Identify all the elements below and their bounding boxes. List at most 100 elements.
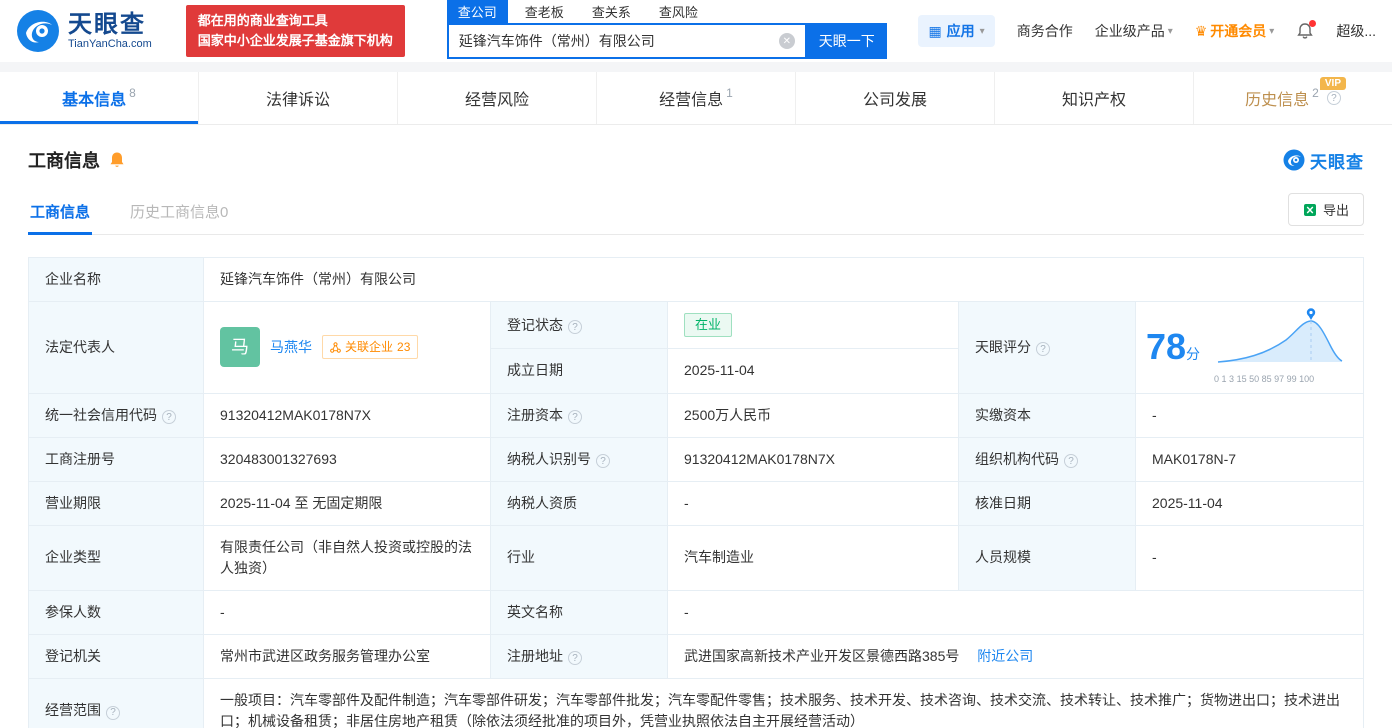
establish-date-value: 2025-11-04 [667, 348, 959, 394]
top-bar: 天眼查 TianYanCha.com 都在用的商业查询工具 国家中小企业发展子基… [0, 0, 1392, 62]
search-input[interactable] [458, 33, 779, 49]
insured-value: - [203, 589, 491, 635]
company-nav-tabs: 基本信息 8 法律诉讼 经营风险 经营信息 1 公司发展 知识产权 VIP 历史… [0, 72, 1392, 125]
tab-operation-risk[interactable]: 经营风险 [398, 72, 597, 124]
super-vip-link[interactable]: 超级... [1336, 21, 1376, 41]
credit-code-label: 统一社会信用代码? [28, 392, 204, 438]
enterprise-products-menu[interactable]: 企业级产品 ▾ [1095, 21, 1173, 41]
staff-size-label: 人员规模 [958, 524, 1136, 591]
score-label: 天眼评分? [958, 301, 1136, 394]
reg-capital-value: 2500万人民币 [667, 392, 959, 438]
scope-label: 经营范围? [28, 677, 204, 728]
export-button[interactable]: 导出 [1287, 193, 1364, 226]
notifications-bell[interactable] [1296, 20, 1317, 40]
tianyan-score-cell[interactable]: 78分 0 1 3 15 50 85 97 99 100 [1135, 301, 1364, 394]
notification-dot [1309, 20, 1317, 27]
reg-capital-label: 注册资本? [490, 392, 668, 438]
tianyancha-logo[interactable]: 天眼查 TianYanCha.com [16, 9, 152, 53]
taxpayer-no-label: 纳税人识别号? [490, 436, 668, 482]
english-name-label: 英文名称 [490, 589, 668, 635]
help-icon[interactable]: ? [596, 454, 610, 468]
score-chart: 0 1 3 15 50 85 97 99 100 [1214, 308, 1346, 387]
scope-value: 一般项目：汽车零部件及配件制造；汽车零部件研发；汽车零部件批发；汽车零配件零售；… [203, 677, 1364, 728]
promo-line2: 国家中小企业发展子基金旗下机构 [197, 33, 393, 48]
help-icon[interactable]: ? [106, 705, 120, 720]
apps-menu[interactable]: ▦ 应用 ▾ [918, 15, 995, 47]
legal-rep-avatar[interactable]: 马 [220, 327, 260, 368]
score-axis-ticks: 0 1 3 15 50 85 97 99 100 [1214, 374, 1315, 384]
table-row: 登记机关 常州市武进区政务服务管理办公室 注册地址? 武进国家高新技术产业开发区… [28, 633, 1364, 679]
paid-capital-value: - [1135, 392, 1364, 438]
taxpayer-quality-value: - [667, 480, 959, 526]
vip-badge: VIP [1319, 77, 1346, 90]
org-code-label: 组织机构代码? [958, 436, 1136, 482]
help-icon[interactable]: ? [1064, 454, 1078, 468]
search-tab-risk[interactable]: 查风险 [648, 0, 709, 23]
help-icon[interactable]: ? [568, 410, 582, 424]
subtab-row: 工商信息 历史工商信息0 导出 [28, 193, 1364, 235]
help-icon[interactable]: ? [568, 651, 582, 665]
approve-date-value: 2025-11-04 [1135, 480, 1364, 526]
company-type-value: 有限责任公司（非自然人投资或控股的法人独资） [203, 524, 491, 591]
watermark-logo: 天眼查 [1283, 148, 1364, 173]
help-icon[interactable]: ? [162, 410, 176, 424]
tab-count: 2 [1312, 86, 1319, 100]
open-vip-menu[interactable]: ♛ 开通会员 ▾ [1195, 21, 1275, 41]
address-cell: 武进国家高新技术产业开发区景德西路385号 附近公司 [667, 633, 1364, 679]
tab-company-development[interactable]: 公司发展 [796, 72, 995, 124]
excel-export-icon [1303, 203, 1316, 216]
staff-size-value: - [1135, 524, 1364, 591]
subtab-business-info[interactable]: 工商信息 [28, 201, 93, 235]
reg-status-label: 登记状态? [490, 301, 668, 349]
business-cooperation-link[interactable]: 商务合作 [1017, 21, 1073, 41]
reg-no-label: 工商注册号 [28, 436, 204, 482]
logo-domain: TianYanCha.com [68, 38, 152, 51]
help-icon[interactable]: ? [1036, 342, 1050, 357]
table-row: 工商注册号 320483001327693 纳税人识别号? 91320412MA… [28, 436, 1364, 482]
table-row: 统一社会信用代码? 91320412MAK0178N7X 注册资本? 2500万… [28, 392, 1364, 438]
search-button[interactable]: 天眼一下 [806, 23, 887, 59]
subtab-history-business-info[interactable]: 历史工商信息0 [128, 201, 230, 234]
header-menu: ▦ 应用 ▾ 商务合作 企业级产品 ▾ ♛ 开通会员 ▾ 超级... [918, 15, 1376, 47]
monitor-bell-icon[interactable] [108, 151, 126, 169]
search-tab-boss[interactable]: 查老板 [514, 0, 575, 23]
related-companies-badge[interactable]: 关联企业 23 [322, 335, 419, 360]
legal-rep-label: 法定代表人 [28, 301, 204, 394]
reg-status-cell: 在业 [667, 301, 959, 349]
address-value: 武进国家高新技术产业开发区景德西路385号 [684, 647, 960, 664]
crown-icon: ♛ [1194, 22, 1208, 39]
help-icon[interactable]: ? [1326, 91, 1341, 105]
reg-authority-value: 常州市武进区政务服务管理办公室 [203, 633, 491, 679]
search-tabs: 查公司 查老板 查关系 查风险 [446, 0, 887, 23]
nearby-companies-link[interactable]: 附近公司 [977, 648, 1033, 664]
establish-date-label: 成立日期 [490, 348, 668, 394]
table-row: 营业期限 2025-11-04 至 无固定期限 纳税人资质 - 核准日期 202… [28, 480, 1364, 526]
taxpayer-no-value: 91320412MAK0178N7X [667, 436, 959, 482]
promo-line1: 都在用的商业查询工具 [197, 12, 328, 28]
tab-basic-info[interactable]: 基本信息 8 [0, 72, 199, 124]
taxpayer-quality-label: 纳税人资质 [490, 480, 668, 526]
insured-label: 参保人数 [28, 589, 204, 635]
search-tab-company[interactable]: 查公司 [446, 0, 508, 23]
logo-text: 天眼查 [68, 10, 146, 38]
legal-rep-link[interactable]: 马燕华 [270, 337, 312, 358]
clear-search-icon[interactable]: ✕ [778, 33, 795, 49]
help-icon[interactable]: ? [568, 320, 582, 334]
business-info-table: 企业名称 延锋汽车饰件（常州）有限公司 法定代表人 马 马燕华 关联企业 23 … [28, 257, 1364, 728]
tab-history-info[interactable]: VIP 历史信息 2 ? [1194, 72, 1392, 124]
credit-code-value: 91320412MAK0178N7X [203, 392, 491, 438]
industry-value: 汽车制造业 [667, 524, 959, 591]
search-tab-relation[interactable]: 查关系 [581, 0, 642, 23]
tianyancha-logo-icon [1283, 149, 1305, 171]
tab-legal-litigation[interactable]: 法律诉讼 [199, 72, 398, 124]
company-name-label: 企业名称 [28, 257, 204, 302]
company-type-label: 企业类型 [28, 524, 204, 591]
company-name-value: 延锋汽车饰件（常州）有限公司 [203, 257, 1364, 302]
main-content: 工商信息 天眼查 工商信息 历史工商信息0 导出 企业名称 延锋汽车饰件（常州）… [0, 125, 1392, 728]
term-value: 2025-11-04 至 无固定期限 [203, 480, 491, 526]
apps-label: 应用 [946, 23, 975, 39]
tab-intellectual-property[interactable]: 知识产权 [995, 72, 1194, 124]
reg-authority-label: 登记机关 [28, 633, 204, 679]
org-code-value: MAK0178N-7 [1135, 436, 1364, 482]
tab-operation-info[interactable]: 经营信息 1 [597, 72, 796, 124]
